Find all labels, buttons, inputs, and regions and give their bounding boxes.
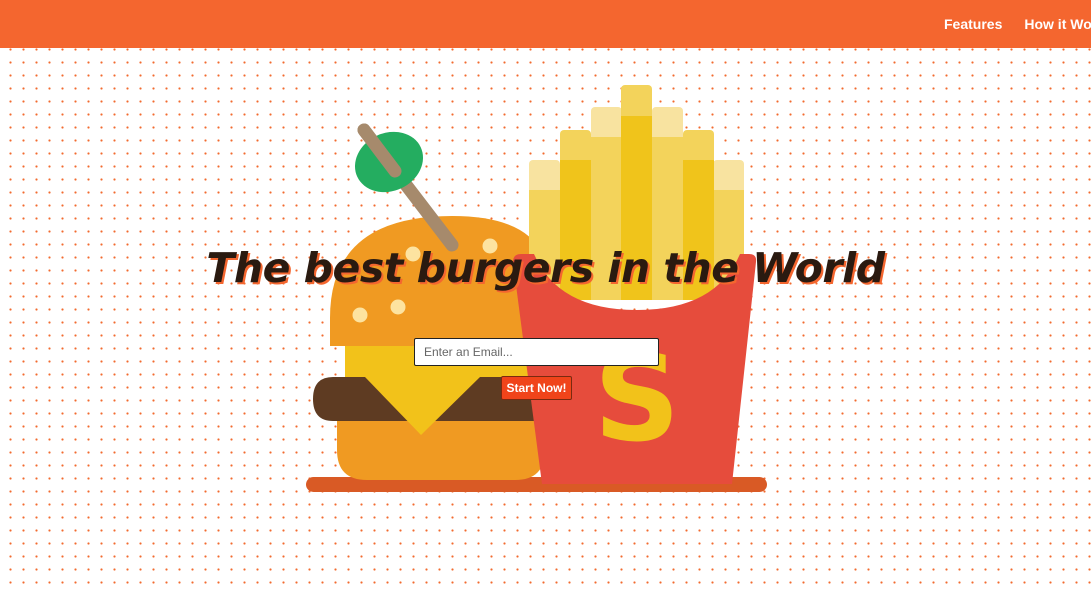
- email-input[interactable]: [414, 338, 659, 366]
- sesame-seed: [390, 299, 406, 315]
- start-now-button[interactable]: Start Now!: [501, 376, 572, 400]
- sesame-seed: [352, 307, 368, 323]
- hero-illustration: S: [306, 85, 767, 492]
- hero-headline: The best burgers in the World: [206, 244, 885, 292]
